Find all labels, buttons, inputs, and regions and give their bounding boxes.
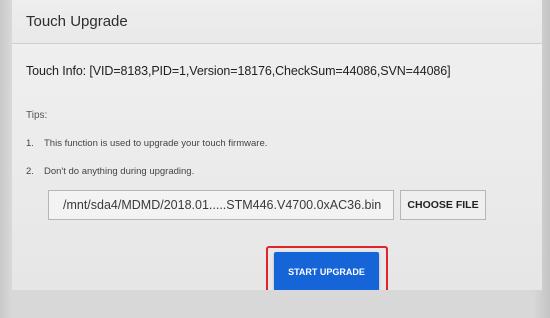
screen-photo: Touch Upgrade Touch Info: [VID=8183,PID=…: [0, 0, 550, 318]
file-path-field[interactable]: /mnt/sda4/MDMD/2018.01.....STM446.V4700.…: [48, 190, 394, 220]
tip-item: 1. This function is used to upgrade your …: [26, 138, 267, 149]
choose-file-button[interactable]: CHOOSE FILE: [400, 190, 486, 220]
tip-text: Don't do anything during upgrading.: [44, 166, 195, 177]
tips-label: Tips:: [26, 110, 48, 121]
tip-number: 1.: [26, 138, 34, 149]
touch-upgrade-dialog: Touch Upgrade Touch Info: [VID=8183,PID=…: [12, 0, 542, 290]
dialog-title: Touch Upgrade: [26, 13, 128, 30]
touch-info-text: Touch Info: [VID=8183,PID=1,Version=1817…: [26, 64, 451, 78]
tip-text: This function is used to upgrade your to…: [44, 138, 268, 149]
file-select-row: /mnt/sda4/MDMD/2018.01.....STM446.V4700.…: [48, 190, 486, 220]
tip-number: 2.: [26, 166, 34, 177]
start-upgrade-button[interactable]: START UPGRADE: [274, 252, 379, 290]
dialog-header: Touch Upgrade: [12, 0, 542, 44]
tip-item: 2. Don't do anything during upgrading.: [26, 166, 194, 177]
